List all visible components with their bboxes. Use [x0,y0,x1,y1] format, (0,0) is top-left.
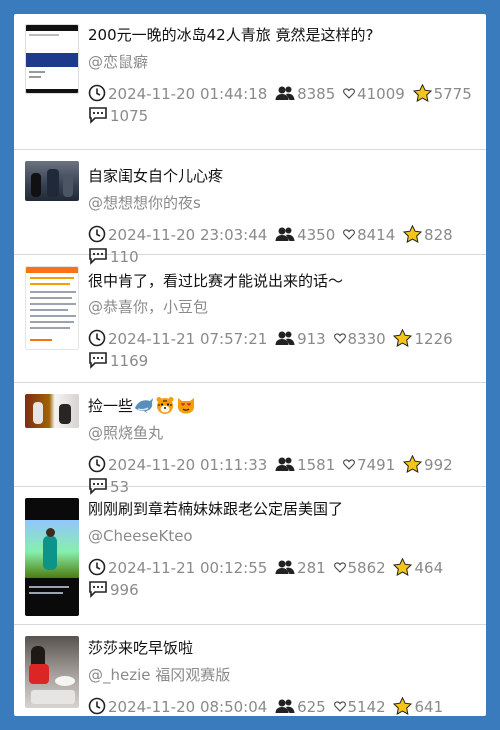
post-time: 2024-11-20 01:44:18 [108,85,268,103]
clock-icon [88,455,106,473]
clock-icon [88,225,106,243]
list-item[interactable]: 刚刚刷到章若楠妹妹跟老公定居美国了 @CheeseKteo 2024-11-21… [14,488,486,625]
post-stats: 2024-11-21 00:12:55 281 5862 464 996 [88,557,478,601]
clock-icon [88,84,106,102]
list-item[interactable]: 莎莎来吃早饭啦 @_hezie 福冈观赛版 2024-11-20 08:50:0… [14,626,486,716]
post-thumbnail[interactable] [25,24,79,94]
post-thumbnail[interactable] [25,161,79,201]
list-item[interactable]: 自家闺女自个儿心疼 @想想想你的夜s 2024-11-20 23:03:44 4… [14,151,486,266]
heart-icon [333,562,346,573]
views-count: 625 [297,698,326,716]
post-title[interactable]: 200元一晚的冰岛42人青旅 竟然是这样的? [88,24,373,46]
post-time: 2024-11-20 08:50:04 [108,698,268,716]
post-author[interactable]: @想想想你的夜s [88,192,201,214]
post-title[interactable]: 捡一些 [88,395,196,417]
likes-count: 8414 [357,226,396,244]
views-count: 8385 [297,85,336,103]
stars-count: 992 [424,456,453,474]
heart-icon [343,229,355,240]
clock-icon [88,697,106,715]
stars-count: 464 [414,559,444,577]
comments-count: 1075 [110,107,149,125]
post-time: 2024-11-20 23:03:44 [108,226,268,244]
stars-count: 1226 [414,330,453,348]
comments-count: 1169 [110,352,149,370]
heart-eyes-cat-emoji [178,398,195,414]
heart-icon [343,459,355,470]
post-stats: 2024-11-20 01:44:18 8385 41009 5775 1075 [88,83,478,127]
feed-list: 200元一晚的冰岛42人青旅 竟然是这样的? @恋鼠癖 2024-11-20 0… [14,14,486,716]
likes-count: 5142 [347,698,386,716]
users-icon [275,331,295,345]
star-icon [403,455,423,473]
post-author[interactable]: @CheeseKteo [88,525,193,547]
post-author[interactable]: @_hezie 福冈观赛版 [88,664,230,686]
post-thumbnail[interactable] [25,498,79,616]
users-icon [275,560,295,574]
post-title[interactable]: 莎莎来吃早饭啦 [88,637,193,659]
post-title[interactable]: 很中肯了，看过比赛才能说出来的话～ [88,270,343,292]
post-author[interactable]: @恋鼠癖 [88,51,148,73]
clock-icon [88,558,106,576]
post-time: 2024-11-21 07:57:21 [108,330,268,348]
stars-count: 641 [414,698,444,716]
comment-icon [89,581,107,598]
users-icon [275,457,295,471]
list-item[interactable]: 很中肯了，看过比赛才能说出来的话～ @恭喜你，小豆包 2024-11-21 07… [14,256,486,383]
star-icon [393,697,413,715]
heart-icon [343,88,355,99]
stars-count: 828 [424,226,453,244]
users-icon [275,86,295,100]
post-author[interactable]: @照烧鱼丸 [88,422,163,444]
comments-count: 996 [110,581,139,599]
post-author[interactable]: @恭喜你，小豆包 [88,296,208,318]
post-stats: 2024-11-20 08:50:04 625 5142 641 79 [88,696,478,716]
post-thumbnail[interactable] [25,394,79,428]
stars-count: 5775 [433,85,472,103]
post-stats: 2024-11-21 07:57:21 913 8330 1226 1169 [88,328,478,372]
post-title[interactable]: 刚刚刷到章若楠妹妹跟老公定居美国了 [88,498,343,520]
star-icon [412,84,432,102]
dolphin-emoji [135,398,154,413]
clock-icon [88,329,106,347]
views-count: 4350 [297,226,336,244]
views-count: 1581 [297,456,336,474]
post-time: 2024-11-21 00:12:55 [108,559,268,577]
views-count: 913 [297,330,326,348]
comment-icon [89,107,107,124]
comment-icon [89,352,107,369]
users-icon [275,699,295,713]
star-icon [403,225,423,243]
heart-icon [333,333,346,344]
views-count: 281 [297,559,326,577]
heart-icon [333,701,346,712]
post-time: 2024-11-20 01:11:33 [108,456,268,474]
likes-count: 41009 [357,85,405,103]
list-item[interactable]: 捡一些 @照烧鱼丸 2024-11-20 01:11:33 1581 7491 … [14,384,486,496]
likes-count: 7491 [357,456,396,474]
post-title[interactable]: 自家闺女自个儿心疼 [88,165,223,187]
tiger-emoji [156,397,174,414]
post-thumbnail[interactable] [25,636,79,708]
star-icon [393,558,413,576]
users-icon [275,227,295,241]
likes-count: 5862 [347,559,386,577]
list-item[interactable]: 200元一晚的冰岛42人青旅 竟然是这样的? @恋鼠癖 2024-11-20 0… [14,14,486,150]
post-thumbnail[interactable] [25,266,79,350]
star-icon [393,329,413,347]
likes-count: 8330 [347,330,386,348]
